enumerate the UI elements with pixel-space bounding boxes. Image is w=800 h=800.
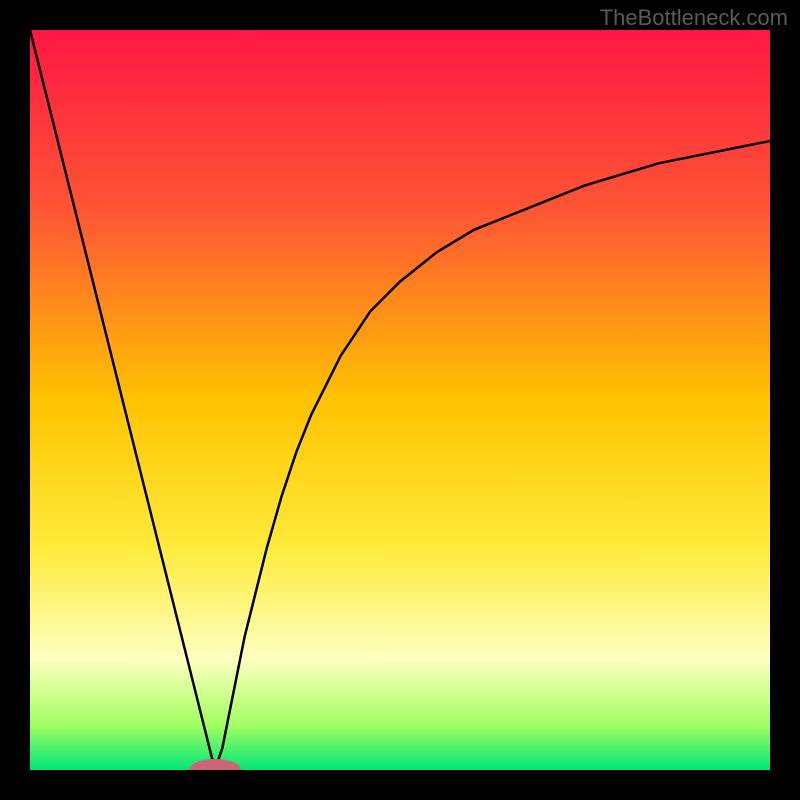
- plot-area: [30, 30, 770, 770]
- chart-container: TheBottleneck.com: [0, 0, 800, 800]
- gradient-background: [30, 30, 770, 770]
- watermark-text: TheBottleneck.com: [600, 5, 788, 31]
- bottleneck-chart: [30, 30, 770, 770]
